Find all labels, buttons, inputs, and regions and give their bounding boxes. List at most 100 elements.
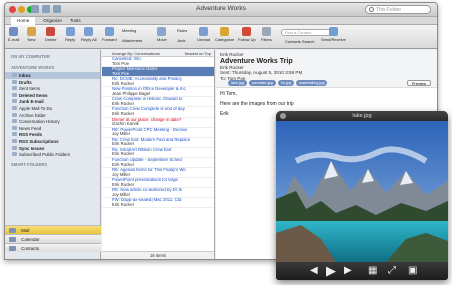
attachment-lake[interactable]: lake.jpg bbox=[228, 80, 248, 86]
nav-calendar[interactable]: Calendar bbox=[5, 234, 101, 243]
forward-button[interactable]: Forward bbox=[102, 25, 117, 42]
find-contact-placeholder: Find a Contact bbox=[285, 30, 312, 35]
fullscreen-icon[interactable]: ⤢ bbox=[388, 265, 396, 276]
message-sender: Joy Miller bbox=[112, 171, 131, 177]
sidebar-item-folder[interactable]: News Feed bbox=[5, 125, 100, 132]
rules-button[interactable]: Rules bbox=[177, 28, 187, 33]
attachment-button[interactable]: Attachment bbox=[122, 38, 142, 43]
delete-button[interactable]: Delete bbox=[45, 25, 57, 42]
filters-button[interactable]: Filters bbox=[261, 25, 272, 42]
message-sender: Tom Poe bbox=[112, 60, 129, 66]
contacts-search-button[interactable]: Contacts Search bbox=[285, 39, 315, 44]
sidebar-item-folder[interactable]: Archive folder bbox=[5, 112, 100, 119]
meeting-button[interactable]: Meeting bbox=[122, 28, 136, 33]
previous-icon[interactable]: ◀ bbox=[310, 265, 318, 276]
message-row[interactable]: Crew Complete is Historic Onward to Erik … bbox=[102, 97, 214, 108]
nav-mail[interactable]: Mail bbox=[5, 225, 101, 234]
meeting-label: Meeting bbox=[122, 28, 137, 33]
sidebar-item-folder[interactable]: Deleted Items bbox=[5, 92, 100, 99]
next-icon[interactable]: ▶ bbox=[344, 265, 352, 276]
reply-all-button[interactable]: Reply All bbox=[81, 25, 97, 42]
sidebar-item-folder[interactable]: Inbox bbox=[5, 72, 100, 79]
add-to-iphoto-icon[interactable]: ▣ bbox=[408, 265, 417, 276]
sidebar-item-folder[interactable]: Subscribed Public Folders bbox=[5, 151, 100, 158]
tab-organize[interactable]: Organize bbox=[43, 18, 62, 23]
index-sheet-icon[interactable]: ▦ bbox=[368, 265, 377, 276]
message-row[interactable]: Cancelled: Info Tom Poe bbox=[102, 57, 214, 68]
arrange-by[interactable]: Arrange By: Conversations bbox=[112, 50, 160, 56]
play-icon[interactable]: ▶ bbox=[326, 263, 336, 279]
email-label: E-mail bbox=[8, 37, 20, 42]
attachment-paradise[interactable]: paradise.jpg bbox=[249, 80, 276, 86]
follow-up-button[interactable]: Follow Up bbox=[238, 25, 256, 42]
search-icon bbox=[369, 7, 374, 12]
section-adventure-works[interactable]: ADVENTURE WORKS bbox=[5, 61, 100, 72]
attachment-fur[interactable]: fur.jpg bbox=[277, 80, 295, 86]
categorize-label: Categorize bbox=[215, 37, 235, 42]
tab-home[interactable]: Home bbox=[11, 16, 36, 25]
contacts-search-label: Contacts Search bbox=[285, 39, 315, 44]
message-row[interactable]: Re: DCME: Accessibility and Privacy Erik … bbox=[102, 77, 214, 88]
sidebar-item-folder[interactable]: RSS Subscriptions bbox=[5, 138, 100, 145]
message-row[interactable]: Project Milestone Dates Tom Poe bbox=[102, 67, 214, 78]
message-row[interactable]: RE: Agenda Items for This Friday's We Joy… bbox=[102, 168, 214, 179]
filters-label: Filters bbox=[261, 37, 272, 42]
categorize-button[interactable]: Categorize bbox=[215, 25, 234, 42]
mail-icon bbox=[9, 228, 16, 233]
new-label: New bbox=[27, 37, 36, 42]
sidebar-item-folder[interactable]: Conversation History bbox=[5, 118, 100, 125]
preview-button[interactable]: Preview bbox=[406, 80, 431, 86]
move-button[interactable]: Move bbox=[157, 25, 167, 42]
message-row[interactable]: Re: Crew Exit: Modern Find and Replace Er… bbox=[102, 138, 214, 148]
delete-label: Delete bbox=[45, 37, 57, 42]
junk-label: Junk bbox=[177, 38, 186, 43]
unread-button[interactable]: Unread bbox=[197, 25, 210, 42]
contacts-icon bbox=[9, 246, 16, 251]
message-row[interactable]: Function Update - September Sched Erik Ru… bbox=[102, 158, 214, 169]
message-sender: Joy Miller bbox=[112, 131, 131, 137]
nav-contacts[interactable]: Contacts bbox=[5, 243, 101, 252]
unread-label: Unread bbox=[197, 37, 211, 42]
attachment-waterfalling[interactable]: waterfalling.jpg bbox=[296, 80, 328, 86]
sort-order[interactable]: Newest on Top bbox=[185, 50, 211, 56]
sidebar-item-folder[interactable]: Apple Mail To Do bbox=[5, 105, 100, 112]
sidebar-item-folder[interactable]: Sent Items bbox=[5, 85, 100, 92]
sidebar-item-folder[interactable]: Junk E-mail bbox=[5, 98, 100, 105]
nav-calendar-label: Calendar bbox=[21, 237, 40, 242]
email-button[interactable]: E-mail bbox=[8, 25, 19, 42]
arrange-bar[interactable]: Arrange By: Conversations Newest on Top bbox=[102, 50, 214, 57]
new-button[interactable]: New bbox=[27, 25, 36, 42]
search-placeholder: This Folder bbox=[376, 7, 402, 13]
sidebar-item-folder[interactable]: Sync Issues bbox=[5, 145, 100, 152]
message-header: Erik Rucker Adventure Works Trip Erik Ru… bbox=[216, 50, 437, 88]
send-receive-icon bbox=[328, 27, 338, 36]
send-receive-label: Send/Receive bbox=[321, 37, 346, 42]
ribbon-tabs: Home Organize Tools bbox=[5, 16, 437, 25]
message-row[interactable]: RE: PowerPoint CPC Meeting - Decisio Joy … bbox=[102, 128, 214, 138]
viewer-title: lake.jpg bbox=[352, 113, 372, 119]
message-row[interactable]: Function Crew Complete is end of day Erik… bbox=[102, 107, 214, 118]
sidebar-item-folder[interactable]: RSS Feeds bbox=[5, 131, 100, 138]
sidebar-item-folder[interactable]: Drafts bbox=[5, 79, 100, 86]
message-row[interactable]: Re: SmartArt Ribbon Crew Exit Erik Rucker bbox=[102, 148, 214, 158]
section-smart-folders[interactable]: SMART FOLDERS bbox=[5, 158, 100, 169]
title-bar: Adventure Works This Folder bbox=[5, 3, 437, 17]
section-on-my-computer[interactable]: ON MY COMPUTER bbox=[5, 50, 100, 61]
tab-tools[interactable]: Tools bbox=[70, 18, 81, 23]
new-icon bbox=[27, 27, 36, 36]
reply-button[interactable]: Reply bbox=[65, 25, 75, 42]
close-icon[interactable] bbox=[280, 113, 286, 119]
junk-button[interactable]: Junk bbox=[177, 38, 185, 43]
move-icon bbox=[157, 27, 167, 36]
message-row[interactable]: Dinner at our place: change in date? Gach… bbox=[102, 118, 214, 128]
item-count: 16 Items bbox=[102, 251, 214, 259]
message-sender: Erik Rucker bbox=[112, 80, 135, 86]
search-input[interactable]: This Folder bbox=[365, 5, 431, 14]
message-sender: Erik Rucker bbox=[112, 161, 135, 167]
message-row[interactable]: FW: Dapp-ax-sealed] Mac 2011: Ctd Erik Ru… bbox=[102, 198, 214, 209]
message-row[interactable]: New Position in Office Developer & Inc Je… bbox=[102, 87, 214, 98]
message-row[interactable]: RE: New article co-authored by Dr Si Joy … bbox=[102, 188, 214, 199]
send-receive-button[interactable]: Send/Receive bbox=[321, 25, 346, 42]
message-sender: Erik Rucker bbox=[112, 100, 135, 106]
message-row[interactable]: PowerPoint presentations for large Erik R… bbox=[102, 178, 214, 189]
